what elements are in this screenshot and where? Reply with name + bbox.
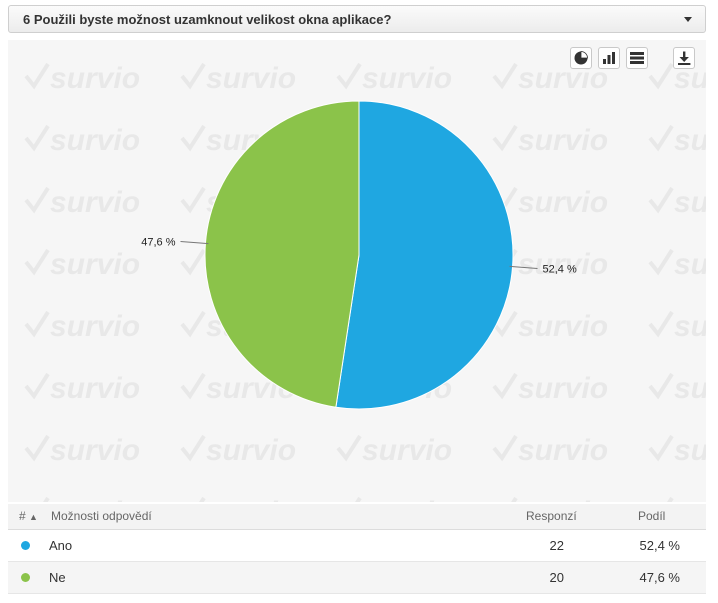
responses-header: Responzí <box>526 509 577 523</box>
pie-slice-ne[interactable] <box>204 100 360 408</box>
question-title: 6 Použili byste možnost uzamknout veliko… <box>23 12 392 27</box>
question-header[interactable]: 6 Použili byste možnost uzamknout veliko… <box>8 5 706 33</box>
sort-asc-icon[interactable]: ▲ <box>29 512 38 522</box>
color-dot <box>21 541 30 550</box>
option-label: Ne <box>49 570 66 585</box>
chevron-down-icon[interactable] <box>684 17 692 22</box>
slice-connector <box>180 241 209 245</box>
index-header[interactable]: # ▲ <box>19 504 38 530</box>
responses-count: 22 <box>549 538 564 553</box>
color-dot <box>21 573 30 582</box>
slice-connector <box>509 265 538 269</box>
pie-slice-ano[interactable] <box>335 100 514 410</box>
options-header: Možnosti odpovědí <box>51 509 152 523</box>
index-header-label: # <box>19 509 26 523</box>
slice-label: 47,6 % <box>141 237 175 249</box>
chart-panel: surviosurviosurviosurviosurviosurviosurv… <box>8 40 706 502</box>
option-label: Ano <box>49 538 73 553</box>
pie-chart: 52,4 % 47,6 % <box>141 100 577 410</box>
responses-count: 20 <box>549 570 564 585</box>
table-row: Ano 22 52,4 % <box>8 530 706 562</box>
answers-table: # ▲ Možnosti odpovědí Responzí Podíl Ano… <box>8 504 706 594</box>
share-header: Podíl <box>638 509 666 523</box>
table-row: Ne 20 47,6 % <box>8 562 706 594</box>
slice-label: 52,4 % <box>542 263 576 275</box>
table-header: # ▲ Možnosti odpovědí Responzí Podíl <box>8 504 706 530</box>
share-value: 47,6 % <box>639 570 680 585</box>
share-value: 52,4 % <box>639 538 680 553</box>
